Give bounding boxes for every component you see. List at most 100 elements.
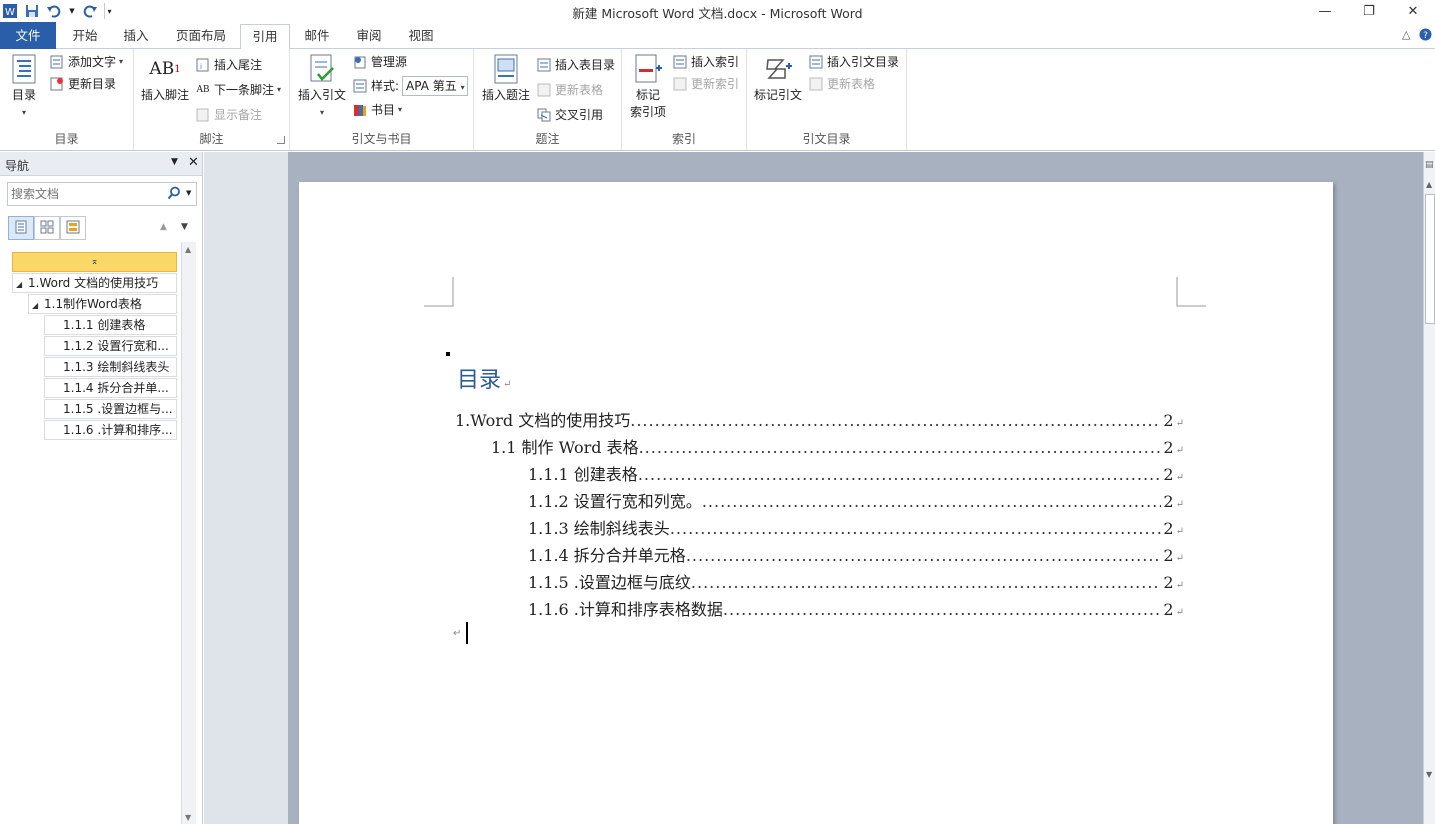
- style-dropdown[interactable]: APA 第五 ▾: [402, 76, 468, 96]
- next-footnote-button[interactable]: AB 下一条脚注 ▾: [195, 80, 281, 100]
- tree-item[interactable]: 1.1.2 设置行宽和...: [44, 336, 177, 356]
- mark-citation-icon: [762, 53, 794, 85]
- update-index-button[interactable]: 更新索引: [672, 74, 739, 94]
- toc-entry[interactable]: 1.Word 文档的使用技巧..........................…: [455, 407, 1184, 431]
- show-notes-icon: [195, 107, 211, 123]
- browse-pages-tab[interactable]: [34, 216, 60, 240]
- tree-item[interactable]: 1.1.5 .设置边框与...: [44, 399, 177, 419]
- nav-close-icon[interactable]: ✕: [188, 155, 199, 170]
- results-view-icon: [66, 220, 80, 237]
- minimize-button[interactable]: —: [1303, 0, 1347, 22]
- tab-insert[interactable]: 插入: [112, 24, 160, 49]
- update-toc-button[interactable]: 更新目录: [49, 74, 116, 94]
- citation-group-label: 引文与书目: [351, 132, 412, 146]
- insert-toa-button[interactable]: 插入引文目录: [808, 52, 899, 72]
- mark-citation-button[interactable]: 标记引文: [751, 53, 805, 104]
- minimize-ribbon-icon[interactable]: △: [1402, 28, 1410, 41]
- insert-table-of-figures-button[interactable]: 插入表目录: [536, 55, 615, 75]
- nav-search-box[interactable]: ▼: [7, 182, 197, 206]
- help-icon[interactable]: ?: [1419, 28, 1432, 44]
- toc-entry[interactable]: 1.1.5 .设置边框与底纹..........................…: [528, 569, 1184, 593]
- close-button[interactable]: ✕: [1391, 0, 1435, 22]
- toc-group-label: 目录: [54, 132, 79, 146]
- add-text-button[interactable]: 添加文字 ▾: [49, 52, 123, 72]
- insert-citation-button[interactable]: 插入引文 ▾: [296, 53, 348, 121]
- bibliography-button[interactable]: 书目 ▾: [352, 100, 402, 120]
- toc-entry[interactable]: 1.1 制作 Word 表格..........................…: [491, 434, 1184, 458]
- search-dropdown-icon[interactable]: ▼: [186, 189, 191, 197]
- toc-entry[interactable]: 1.1.4 拆分合并单元格...........................…: [528, 542, 1184, 566]
- ruler-toggle-icon[interactable]: ▤: [1425, 160, 1434, 170]
- document-page[interactable]: 目录 ↵ 1.Word 文档的使用技巧......................…: [299, 182, 1333, 824]
- show-notes-button[interactable]: 显示备注: [195, 105, 262, 125]
- style-selector[interactable]: 样式: APA 第五 ▾: [352, 76, 468, 96]
- table-of-figures-icon: [536, 57, 552, 73]
- tab-home[interactable]: 开始: [60, 24, 110, 49]
- tab-page-layout[interactable]: 页面布局: [166, 24, 236, 49]
- tree-item[interactable]: 1.1.1 创建表格: [44, 315, 177, 335]
- tree-item[interactable]: 1.1.4 拆分合并单...: [44, 378, 177, 398]
- restore-button[interactable]: ❐: [1347, 0, 1391, 22]
- toc-button[interactable]: 目录 ▾: [6, 53, 42, 121]
- toc-entry[interactable]: 1.1.3 绘制斜线表头............................…: [528, 515, 1184, 539]
- update-index-icon: [672, 76, 688, 92]
- insert-index-button[interactable]: 插入索引: [672, 52, 739, 72]
- toc-dropdown-icon: ▾: [21, 108, 26, 117]
- ribbon: 目录 ▾ 添加文字 ▾ 更新目录 目录 AB 1 插入脚注 i 插入尾注 AB 下一…: [0, 49, 1435, 151]
- search-icon[interactable]: [167, 186, 181, 203]
- insert-endnote-button[interactable]: i 插入尾注: [195, 55, 262, 75]
- scroll-down-icon[interactable]: ▼: [1426, 770, 1432, 779]
- tree-item[interactable]: ◢ 1.1制作Word表格: [28, 294, 177, 314]
- tab-view[interactable]: 视图: [396, 24, 446, 49]
- toc-entry[interactable]: 1.1.6 .计算和排序表格数据........................…: [528, 596, 1184, 620]
- svg-text:?: ?: [1423, 31, 1428, 41]
- update-toa-button[interactable]: 更新表格: [808, 74, 875, 94]
- tab-review[interactable]: 审阅: [344, 24, 394, 49]
- toc-heading[interactable]: 目录 ↵: [457, 362, 511, 394]
- scroll-up-icon[interactable]: ▲: [1426, 180, 1432, 189]
- tree-item[interactable]: 1.1.3 绘制斜线表头: [44, 357, 177, 377]
- document-scrollbar[interactable]: ▤ ▲ ▼: [1423, 152, 1435, 824]
- nav-scrollbar[interactable]: ▲ ▼: [181, 242, 196, 824]
- collapse-icon[interactable]: ◢: [32, 296, 44, 313]
- toa-group: 标记引文 插入引文目录 更新表格 引文目录: [747, 49, 907, 150]
- crop-mark-top-right: [1176, 277, 1206, 307]
- insert-caption-button[interactable]: 插入题注: [478, 53, 534, 104]
- insert-footnote-button[interactable]: AB 1 插入脚注: [140, 53, 190, 104]
- toc-entry[interactable]: 1.1.2 设置行宽和列宽。..........................…: [528, 488, 1184, 512]
- insert-citation-dropdown-icon: ▾: [319, 108, 324, 117]
- tree-item[interactable]: 1.1.6 .计算和排序...: [44, 420, 177, 440]
- collapse-icon[interactable]: ◢: [16, 275, 28, 292]
- insert-toa-icon: [808, 54, 824, 70]
- cross-reference-button[interactable]: 交叉引用: [536, 105, 603, 125]
- nav-search-input[interactable]: [8, 183, 158, 205]
- manage-sources-button[interactable]: 管理源: [352, 52, 407, 72]
- browse-headings-tab[interactable]: [8, 216, 34, 240]
- scroll-down-icon[interactable]: ▼: [185, 813, 191, 822]
- mark-entry-button[interactable]: 标记 索引项: [626, 53, 670, 121]
- footnote-dialog-launcher-icon[interactable]: [277, 136, 285, 144]
- tab-mailings[interactable]: 邮件: [292, 24, 342, 49]
- footnote-icon: AB 1: [149, 58, 181, 79]
- caption-group: 插入题注 插入表目录 更新表格 交叉引用 题注: [474, 49, 622, 150]
- browse-results-tab[interactable]: [60, 216, 86, 240]
- text-cursor: [466, 622, 468, 644]
- tree-item[interactable]: ◢ 1.Word 文档的使用技巧: [12, 273, 177, 293]
- tab-references[interactable]: 引用: [240, 24, 290, 50]
- heading-tree: ⌅ ◢ 1.Word 文档的使用技巧 ◢ 1.1制作Word表格 1.1.1 创建表…: [8, 242, 197, 824]
- paragraph-mark: ↵: [453, 628, 462, 639]
- nav-options-icon[interactable]: ▼: [171, 157, 178, 167]
- toc-entry[interactable]: 1.1.1 创建表格..............................…: [528, 461, 1184, 485]
- insert-citation-icon: [306, 53, 338, 85]
- index-group-label: 索引: [671, 132, 696, 146]
- tab-file[interactable]: 文件: [0, 22, 56, 49]
- previous-heading-icon[interactable]: ▲: [160, 222, 167, 232]
- tree-top-selected[interactable]: ⌅: [12, 252, 177, 272]
- scrollbar-thumb[interactable]: [1425, 194, 1435, 324]
- nav-header: 导航 ▼ ✕: [0, 152, 202, 176]
- update-table-button[interactable]: 更新表格: [536, 80, 603, 100]
- next-heading-icon[interactable]: ▼: [181, 222, 188, 232]
- insert-caption-icon: [490, 53, 522, 85]
- scroll-up-icon[interactable]: ▲: [185, 245, 191, 254]
- index-group: 标记 索引项 插入索引 更新索引 索引: [622, 49, 747, 150]
